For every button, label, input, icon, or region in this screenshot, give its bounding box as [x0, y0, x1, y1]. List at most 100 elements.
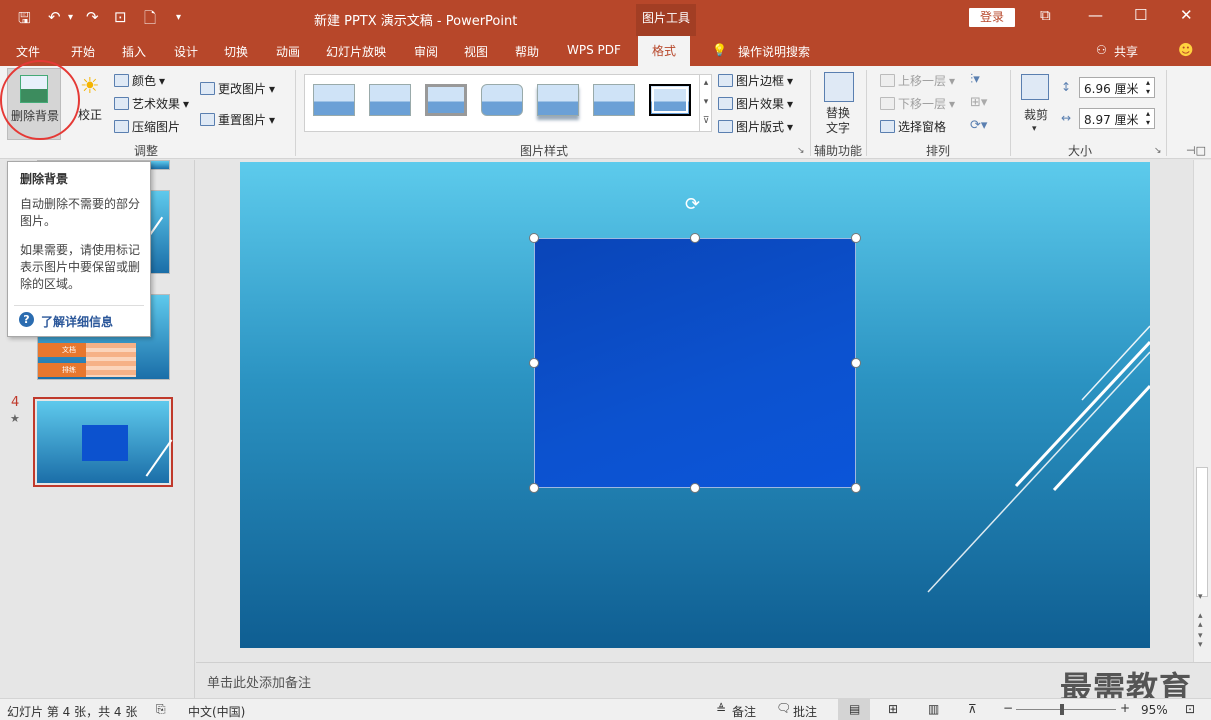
slide-sorter-icon[interactable]: ⊞ [888, 702, 898, 716]
tab-format[interactable]: 格式 [638, 36, 691, 67]
tab-slideshow[interactable]: 幻灯片放映 [326, 43, 386, 60]
picture-style-3[interactable] [425, 84, 467, 116]
maximize-icon[interactable]: ☐ [1134, 6, 1147, 24]
undo-icon[interactable]: ↶ [48, 8, 61, 26]
scroll-thumb[interactable] [1196, 467, 1208, 597]
height-input[interactable]: 6.96 厘米 ▴ ▾ [1079, 77, 1155, 98]
new-file-icon[interactable]: 🗋 [144, 8, 156, 33]
tab-home[interactable]: 开始 [71, 43, 95, 60]
resize-handle-s[interactable] [690, 483, 700, 493]
color-button[interactable]: 颜色 ▾ [114, 72, 165, 89]
bring-forward-button[interactable]: 上移一层 ▾ [880, 72, 955, 89]
width-spinner-icon[interactable]: ▴ ▾ [1146, 109, 1150, 127]
resize-handle-nw[interactable] [529, 233, 539, 243]
tab-file[interactable]: 文件 [16, 43, 40, 60]
change-picture-button[interactable]: 更改图片 ▾ [200, 80, 275, 97]
picture-border-button[interactable]: 图片边框 ▾ [718, 72, 793, 89]
zoom-slider[interactable] [1016, 709, 1116, 710]
zoom-level[interactable]: 95% [1141, 703, 1168, 717]
crop-button[interactable]: 裁剪 [1024, 106, 1048, 123]
selection-pane-button[interactable]: 选择窗格 [880, 118, 946, 135]
share-button[interactable]: 共享 [1114, 43, 1138, 60]
rotate-handle-icon[interactable]: ⟳ [685, 194, 700, 215]
slide-canvas[interactable]: ⟳ [240, 162, 1150, 648]
picture-border-icon [718, 74, 733, 87]
tab-animations[interactable]: 动画 [276, 43, 300, 60]
previous-slide-icon[interactable]: ▴ ▴ [1198, 612, 1203, 630]
picture-style-7[interactable] [649, 84, 691, 116]
normal-view-button[interactable]: ▤ [838, 699, 870, 720]
tab-review[interactable]: 审阅 [414, 43, 438, 60]
undo-dropdown-icon[interactable]: ▾ [68, 12, 73, 23]
zoom-in-icon[interactable]: + [1120, 701, 1130, 715]
tab-view[interactable]: 视图 [464, 43, 488, 60]
height-spinner-icon[interactable]: ▴ ▾ [1146, 78, 1150, 96]
picture-styles-gallery[interactable] [304, 74, 712, 132]
reading-view-icon[interactable]: ▥ [928, 702, 939, 716]
comments-toggle-button[interactable]: 批注 [793, 703, 817, 720]
notes-pane[interactable]: 单击此处添加备注 [196, 662, 1211, 698]
resize-handle-sw[interactable] [529, 483, 539, 493]
dialog-launcher-icon[interactable]: ↘ [797, 146, 805, 156]
picture-effects-button[interactable]: 图片效果 ▾ [718, 95, 793, 112]
accessibility-group-label: 辅助功能 [814, 144, 863, 158]
redo-icon[interactable]: ↷ [86, 8, 99, 26]
picture-style-6[interactable] [593, 84, 635, 116]
next-slide-icon[interactable]: ▾ ▾ [1198, 632, 1203, 650]
resize-handle-n[interactable] [690, 233, 700, 243]
correct-button[interactable]: 校正 [78, 106, 102, 123]
picture-style-5[interactable] [537, 84, 579, 116]
picture-styles-group-label: 图片样式 [520, 144, 569, 158]
artistic-effects-button[interactable]: 艺术效果 ▾ [114, 95, 189, 112]
zoom-out-icon[interactable]: − [1003, 701, 1013, 715]
resize-handle-w[interactable] [529, 358, 539, 368]
reset-picture-button[interactable]: 重置图片 ▾ [200, 111, 275, 128]
picture-style-2[interactable] [369, 84, 411, 116]
pin-ribbon-icon[interactable]: ⊣□ [1186, 144, 1206, 157]
smiley-icon[interactable]: ☻ [1178, 41, 1194, 59]
fit-to-window-icon[interactable]: ⊡ [1185, 702, 1195, 716]
notes-toggle-button[interactable]: 备注 [732, 703, 756, 720]
resize-handle-se[interactable] [851, 483, 861, 493]
rotate-icon[interactable]: ⟳▾ [970, 118, 987, 133]
tab-transitions[interactable]: 切换 [224, 43, 248, 60]
picture-style-1[interactable] [313, 84, 355, 116]
color-label: 颜色 [132, 74, 157, 88]
tab-help[interactable]: 帮助 [515, 43, 539, 60]
minimize-icon[interactable]: — [1088, 6, 1103, 24]
slideshow-icon[interactable]: ⊼ [968, 702, 977, 716]
group-icon[interactable]: ⊞▾ [970, 95, 987, 110]
resize-handle-e[interactable] [851, 358, 861, 368]
learn-more-link[interactable]: 了解详细信息 [41, 313, 113, 330]
picture-style-4[interactable] [481, 84, 523, 116]
customize-qat-icon[interactable]: ▾ [176, 12, 181, 23]
selected-picture[interactable] [534, 238, 856, 488]
tab-wps-pdf[interactable]: WPS PDF [567, 43, 621, 57]
alt-text-button[interactable]: 替换 文字 [826, 106, 850, 136]
resize-handle-ne[interactable] [851, 233, 861, 243]
remove-background-tooltip: 删除背景 自动删除不需要的部分 图片。 如果需要，请使用标记 表示图片中要保留或… [7, 161, 151, 337]
tab-insert[interactable]: 插入 [122, 43, 146, 60]
chevron-down-icon: ▾ [269, 81, 276, 96]
gallery-scroll[interactable]: ▴ ▾ ⊽ [699, 74, 712, 132]
language-indicator[interactable]: 中文(中国) [188, 703, 245, 720]
vertical-scrollbar[interactable]: ▾ ▴ ▴ ▾ ▾ [1193, 160, 1211, 662]
width-input[interactable]: 8.97 厘米 ▴ ▾ [1079, 108, 1155, 129]
close-icon[interactable]: ✕ [1180, 6, 1193, 24]
scroll-down-icon[interactable]: ▾ [1198, 592, 1203, 602]
tell-me-search[interactable]: 操作说明搜索 [738, 43, 810, 60]
slide-thumbnail-4[interactable] [33, 397, 173, 487]
tab-design[interactable]: 设计 [174, 43, 198, 60]
align-icon[interactable]: ⫶▾ [970, 72, 980, 87]
spellcheck-icon[interactable]: ⎘ [156, 702, 166, 717]
present-icon[interactable]: ⊡ [114, 8, 127, 26]
send-backward-button[interactable]: 下移一层 ▾ [880, 95, 955, 112]
save-icon[interactable]: 🖫 [18, 8, 31, 33]
dialog-launcher-icon[interactable]: ↘ [1154, 146, 1162, 156]
picture-layout-button[interactable]: 图片版式 ▾ [718, 118, 793, 135]
ribbon-display-icon[interactable]: ⧉ [1040, 6, 1051, 24]
login-button[interactable]: 登录 [969, 8, 1015, 27]
compress-pictures-button[interactable]: 压缩图片 [114, 118, 180, 135]
arrange-group-label: 排列 [926, 144, 951, 158]
zoom-slider-thumb[interactable] [1060, 704, 1064, 715]
